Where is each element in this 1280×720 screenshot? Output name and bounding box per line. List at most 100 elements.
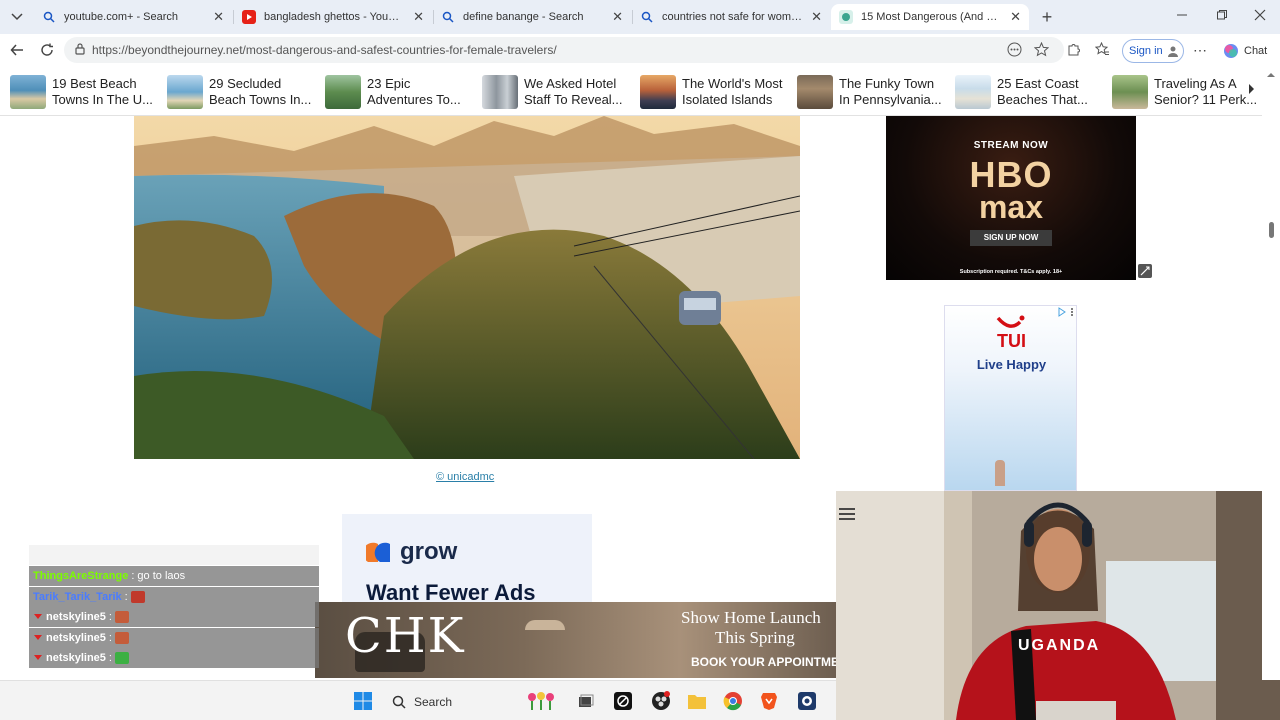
chk-brand-text: CHK <box>345 608 466 664</box>
chat-username[interactable]: ThingsAreStrange <box>33 570 128 582</box>
related-thumbnail <box>167 75 203 109</box>
chk-cta[interactable]: BOOK YOUR APPOINTME <box>691 655 836 669</box>
back-button[interactable] <box>7 40 27 60</box>
tui-brand-text: TUI <box>997 331 1026 351</box>
reload-button[interactable] <box>37 40 57 60</box>
tab-title: 15 Most Dangerous (And 15 Safest) Countr… <box>861 11 1002 23</box>
chat-message: Tarik_Tarik_Tarik: <box>29 586 319 607</box>
page-scrollbar[interactable] <box>1262 68 1280 680</box>
file-explorer-icon[interactable] <box>686 690 708 712</box>
puzzle-icon <box>1068 44 1080 56</box>
more-circle-icon <box>1007 42 1022 57</box>
adchoices-icon[interactable] <box>1049 307 1075 319</box>
related-title-line1: The Funky Town <box>839 76 935 91</box>
close-window-button[interactable] <box>1254 9 1270 25</box>
related-title-line2: Adventures To... <box>367 92 461 107</box>
reader-mode-button[interactable] <box>1007 42 1023 58</box>
chrome-icon[interactable] <box>722 690 744 712</box>
chat-separator: : <box>108 652 112 665</box>
grow-ad[interactable]: grow Want Fewer Ads <box>342 514 592 605</box>
task-view-icon[interactable] <box>574 690 596 712</box>
taskbar-search[interactable]: Search <box>386 689 516 715</box>
chat-username[interactable]: netskyline5 <box>46 632 106 644</box>
address-bar[interactable]: https://beyondthejourney.net/most-danger… <box>64 37 1064 63</box>
close-tab-icon[interactable]: ✕ <box>612 9 623 25</box>
tab-active-article[interactable]: 15 Most Dangerous (And 15 Safest) Countr… <box>831 4 1029 30</box>
related-title-line2: Staff To Reveal... <box>524 92 623 107</box>
menu-icon[interactable] <box>838 507 856 521</box>
related-title-line1: The World's Most <box>682 76 783 91</box>
hbo-max-ad[interactable]: STREAM NOW HBO max SIGN UP NOW Subscript… <box>886 116 1136 280</box>
grow-logo-icon <box>362 540 396 567</box>
star-list-icon <box>1094 41 1109 55</box>
related-item[interactable]: The Funky Town In Pennsylvania... <box>797 74 949 110</box>
related-thumbnail <box>325 75 361 109</box>
related-title-line1: We Asked Hotel <box>524 76 617 91</box>
more-horizontal-icon: ⋯ <box>1193 42 1207 58</box>
tab-countries-search[interactable]: countries not safe for woman - Search ✕ <box>632 4 830 30</box>
chat-message-text: go to laos <box>137 570 186 582</box>
copilot-chat-button[interactable]: Chat <box>1222 40 1272 62</box>
related-title-line2: Isolated Islands <box>682 92 773 107</box>
toolbar: https://beyondthejourney.net/most-danger… <box>0 34 1280 66</box>
search-icon <box>640 10 654 24</box>
reload-icon <box>41 43 53 56</box>
related-thumbnail <box>640 75 676 109</box>
tab-youtube-search[interactable]: youtube.com+ - Search ✕ <box>34 4 232 30</box>
scroll-up-icon[interactable] <box>1266 72 1276 78</box>
new-tab-button[interactable]: + <box>1038 8 1056 26</box>
close-tab-icon[interactable]: ✕ <box>1010 9 1021 25</box>
chat-header-bar <box>29 545 319 565</box>
minimize-button[interactable] <box>1176 9 1192 25</box>
related-thumbnail <box>10 75 46 109</box>
restore-button[interactable] <box>1216 9 1232 25</box>
scrollbar-thumb[interactable] <box>1269 222 1274 238</box>
site-info-icon[interactable] <box>73 42 87 56</box>
extensions-button[interactable] <box>1066 42 1082 58</box>
related-item[interactable]: Traveling As A Senior? 11 Perk... <box>1112 74 1264 110</box>
related-item[interactable]: We Asked Hotel Staff To Reveal... <box>482 74 634 110</box>
settings-menu-button[interactable]: ⋯ <box>1193 43 1209 59</box>
chat-badge-icon <box>33 652 43 664</box>
ad-signup-button[interactable]: SIGN UP NOW <box>970 230 1052 246</box>
obs-icon[interactable] <box>650 690 672 712</box>
app-icon-blue[interactable] <box>796 690 818 712</box>
related-item[interactable]: 25 East Coast Beaches That... <box>955 74 1107 110</box>
chat-message: netskyline5: <box>29 607 319 628</box>
search-icon <box>392 695 406 709</box>
chat-username[interactable]: netskyline5 <box>46 652 106 664</box>
close-tab-icon[interactable]: ✕ <box>413 9 424 25</box>
chat-emote-icon <box>114 631 129 644</box>
chk-banner-ad[interactable]: CHK Show Home Launch This Spring BOOK YO… <box>315 602 836 678</box>
tab-actions-menu[interactable] <box>8 9 26 25</box>
chat-message: netskyline5: <box>29 627 319 648</box>
related-item[interactable]: The World's Most Isolated Islands <box>640 74 792 110</box>
chat-message: ThingsAreStrange: go to laos <box>29 566 319 586</box>
sign-in-button[interactable]: Sign in <box>1122 39 1184 63</box>
search-icon <box>42 10 56 24</box>
related-scroll-right-button[interactable] <box>1246 82 1260 102</box>
related-item[interactable]: 19 Best Beach Towns In The U... <box>10 74 162 110</box>
favorites-button[interactable] <box>1094 41 1111 58</box>
app-icon-dark[interactable] <box>612 690 634 712</box>
tulips-widget-icon[interactable] <box>526 690 560 712</box>
photo-credit-link[interactable]: © unicadmc <box>436 471 494 483</box>
close-tab-icon[interactable]: ✕ <box>213 9 224 25</box>
ad-resize-icon[interactable] <box>1138 264 1152 278</box>
brave-icon[interactable] <box>758 690 780 712</box>
close-tab-icon[interactable]: ✕ <box>811 9 822 25</box>
favorite-button[interactable] <box>1033 41 1050 58</box>
chat-message: netskyline5: <box>29 648 319 669</box>
related-thumbnail <box>797 75 833 109</box>
tab-define-search[interactable]: define banange - Search ✕ <box>433 4 631 30</box>
tab-youtube-video[interactable]: bangladesh ghettos - YouTube ✕ <box>234 4 432 30</box>
start-button[interactable] <box>352 690 374 712</box>
tui-ad[interactable]: TUI Live Happy <box>944 305 1077 491</box>
tab-strip: youtube.com+ - Search ✕ bangladesh ghett… <box>0 0 1280 34</box>
chat-username[interactable]: Tarik_Tarik_Tarik <box>33 591 122 603</box>
related-thumbnail <box>955 75 991 109</box>
chat-username[interactable]: netskyline5 <box>46 611 106 623</box>
related-item[interactable]: 29 Secluded Beach Towns In... <box>167 74 319 110</box>
url-text: https://beyondthejourney.net/most-danger… <box>92 43 557 57</box>
related-item[interactable]: 23 Epic Adventures To... <box>325 74 477 110</box>
